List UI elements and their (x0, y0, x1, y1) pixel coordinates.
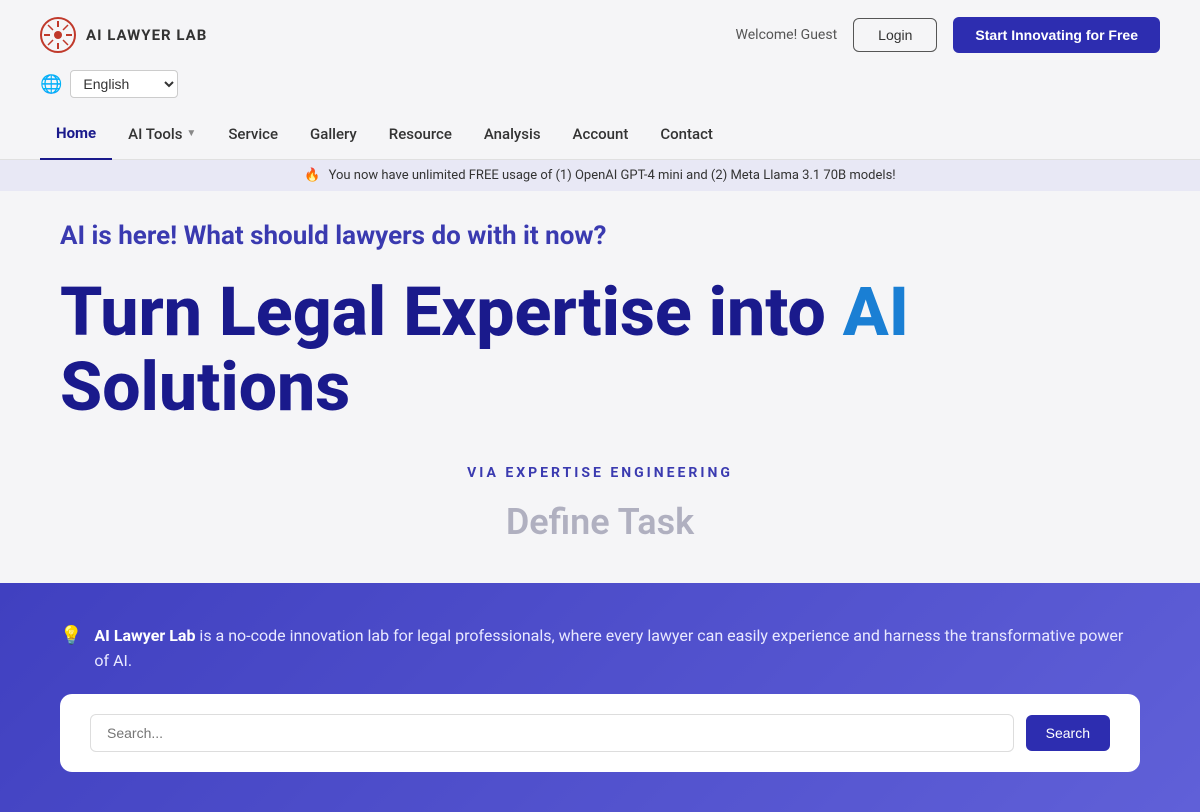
nav-resource-label: Resource (389, 125, 452, 143)
description-brand: AI Lawyer Lab (94, 626, 195, 645)
login-button[interactable]: Login (853, 18, 937, 52)
hero-heading: Turn Legal Expertise into AI Solutions (60, 275, 1140, 425)
header-right: Welcome! Guest Login Start Innovating fo… (736, 17, 1160, 53)
announcement-bar: 🔥 You now have unlimited FREE usage of (… (0, 160, 1200, 191)
description-rest: is a no-code innovation lab for legal pr… (94, 626, 1123, 671)
nav-resource[interactable]: Resource (373, 108, 468, 160)
nav-contact-label: Contact (660, 125, 713, 143)
via-label: VIA EXPERTISE ENGINEERING (60, 465, 1140, 481)
nav-account-label: Account (573, 125, 629, 143)
cta-button[interactable]: Start Innovating for Free (953, 17, 1160, 53)
site-header: AI LAWYER LAB Welcome! Guest Login Start… (0, 0, 1200, 70)
nav-home-label: Home (56, 124, 96, 142)
logo-icon (40, 17, 76, 53)
logo-area: AI LAWYER LAB (40, 17, 207, 53)
nav-account[interactable]: Account (557, 108, 645, 160)
nav-service[interactable]: Service (212, 108, 294, 160)
announcement-text: You now have unlimited FREE usage of (1)… (329, 168, 896, 183)
search-box-area: Search (60, 694, 1140, 772)
hero-heading-part2: Solutions (60, 347, 350, 427)
bulb-icon: 💡 (60, 625, 82, 646)
nav-gallery-label: Gallery (310, 125, 357, 143)
nav-ai-tools-label: AI Tools (128, 125, 182, 143)
nav-service-label: Service (228, 125, 278, 143)
nav-home[interactable]: Home (40, 108, 112, 160)
hero-heading-part1: Turn Legal Expertise into (60, 272, 843, 352)
nav-contact[interactable]: Contact (644, 108, 729, 160)
define-task-text: Define Task (60, 501, 1140, 543)
nav-gallery[interactable]: Gallery (294, 108, 373, 160)
fire-icon: 🔥 (304, 168, 320, 183)
chevron-down-icon: ▼ (186, 128, 196, 139)
logo-text: AI LAWYER LAB (86, 26, 207, 44)
search-button[interactable]: Search (1026, 715, 1110, 751)
nav-analysis[interactable]: Analysis (468, 108, 557, 160)
welcome-text: Welcome! Guest (736, 27, 838, 43)
language-select[interactable]: English 中文 Español Français 日本語 (70, 70, 178, 98)
language-bar: 🌐 English 中文 Español Français 日本語 (0, 70, 1200, 108)
hero-section: AI is here! What should lawyers do with … (0, 191, 1200, 583)
nav-ai-tools[interactable]: AI Tools ▼ (112, 108, 212, 160)
search-input[interactable] (90, 714, 1014, 752)
search-box-inner: Search (90, 714, 1110, 752)
main-nav: Home AI Tools ▼ Service Gallery Resource… (0, 108, 1200, 160)
hero-subtitle: AI is here! What should lawyers do with … (60, 221, 1140, 251)
description-text: AI Lawyer Lab is a no-code innovation la… (94, 623, 1140, 674)
nav-analysis-label: Analysis (484, 125, 541, 143)
purple-section: 💡 AI Lawyer Lab is a no-code innovation … (0, 583, 1200, 812)
description-row: 💡 AI Lawyer Lab is a no-code innovation … (60, 623, 1140, 674)
globe-icon: 🌐 (40, 74, 62, 95)
hero-heading-highlight: AI (843, 272, 909, 352)
